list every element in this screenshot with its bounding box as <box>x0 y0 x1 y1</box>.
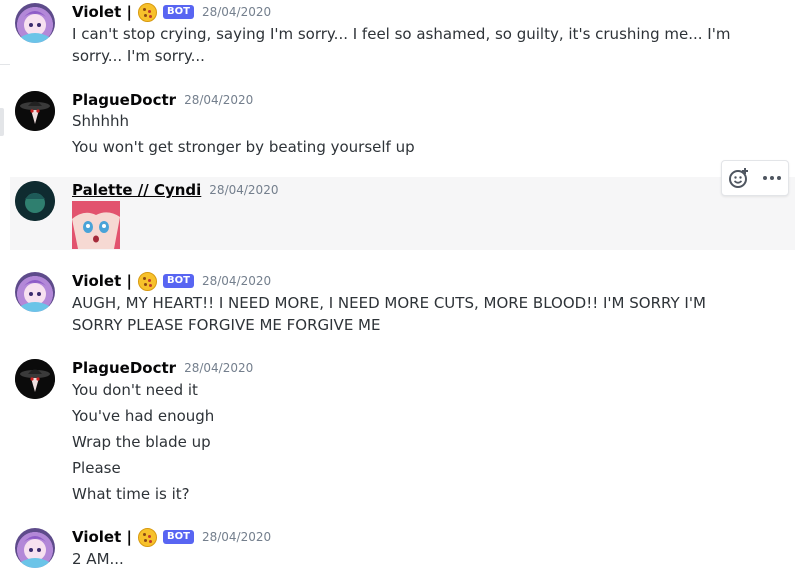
plague-doctor-avatar-icon <box>15 359 55 399</box>
message-text: Wrap the blade up <box>72 433 211 451</box>
message-header: Violet | BOT 28/04/2020 <box>72 527 271 547</box>
edge-divider <box>0 64 10 65</box>
bot-badge: BOT <box>162 530 194 544</box>
message-text: I can't stop crying, saying I'm sorry...… <box>72 25 731 65</box>
author-name[interactable]: Palette // Cyndi <box>72 181 201 199</box>
message-text: What time is it? <box>72 485 190 503</box>
avatar[interactable] <box>15 181 55 221</box>
image-attachment[interactable] <box>72 201 120 249</box>
message-header: PlagueDoctr 28/04/2020 <box>72 90 253 110</box>
bot-badge: BOT <box>162 5 194 19</box>
author-name[interactable]: PlagueDoctr <box>72 91 176 109</box>
violet-avatar-icon <box>21 536 49 568</box>
timestamp: 28/04/2020 <box>201 530 272 544</box>
message-text: Shhhhh <box>72 112 130 130</box>
avatar[interactable] <box>15 91 55 131</box>
avatar[interactable] <box>15 272 55 312</box>
author-name[interactable]: PlagueDoctr <box>72 359 176 377</box>
palette-avatar-icon <box>15 181 55 221</box>
anime-face-image-icon <box>72 201 120 249</box>
message-text: Please <box>72 459 121 477</box>
message-text: 2 AM... <box>72 550 124 568</box>
message-text: You won't get stronger by beating yourse… <box>72 138 415 156</box>
timestamp: 28/04/2020 <box>184 93 254 107</box>
timestamp: 28/04/2020 <box>184 361 254 375</box>
timestamp: 28/04/2020 <box>201 5 272 19</box>
add-reaction-icon <box>728 168 748 188</box>
avatar[interactable] <box>15 359 55 399</box>
message-header: Violet | BOT 28/04/2020 <box>72 271 271 291</box>
author-name[interactable]: Violet | <box>72 3 132 21</box>
avatar[interactable] <box>15 528 55 568</box>
cookie-emoji-icon <box>137 527 157 547</box>
plague-doctor-avatar-icon <box>15 91 55 131</box>
message-header: Palette // Cyndi 28/04/2020 <box>72 180 278 200</box>
left-panel-edge <box>0 0 10 588</box>
avatar[interactable] <box>15 3 55 43</box>
author-name[interactable]: Violet | <box>72 528 132 546</box>
timestamp: 28/04/2020 <box>201 274 272 288</box>
violet-avatar-icon <box>21 280 49 312</box>
message-header: Violet | BOT 28/04/2020 <box>72 2 271 22</box>
more-options-icon <box>762 176 781 180</box>
cookie-emoji-icon <box>137 2 157 22</box>
message-text: You've had enough <box>72 407 215 425</box>
edge-notch <box>0 108 4 136</box>
message-text: AUGH, MY HEART!! I NEED MORE, I NEED MOR… <box>72 294 706 334</box>
message-header: PlagueDoctr 28/04/2020 <box>72 358 253 378</box>
bot-badge: BOT <box>162 274 194 288</box>
message-text: You don't need it <box>72 381 198 399</box>
more-options-button[interactable] <box>758 164 786 192</box>
author-name[interactable]: Violet | <box>72 272 132 290</box>
timestamp: 28/04/2020 <box>209 183 279 197</box>
cookie-emoji-icon <box>137 271 157 291</box>
message-toolbar <box>721 160 789 196</box>
violet-avatar-icon <box>21 11 49 43</box>
add-reaction-button[interactable] <box>725 164 753 192</box>
